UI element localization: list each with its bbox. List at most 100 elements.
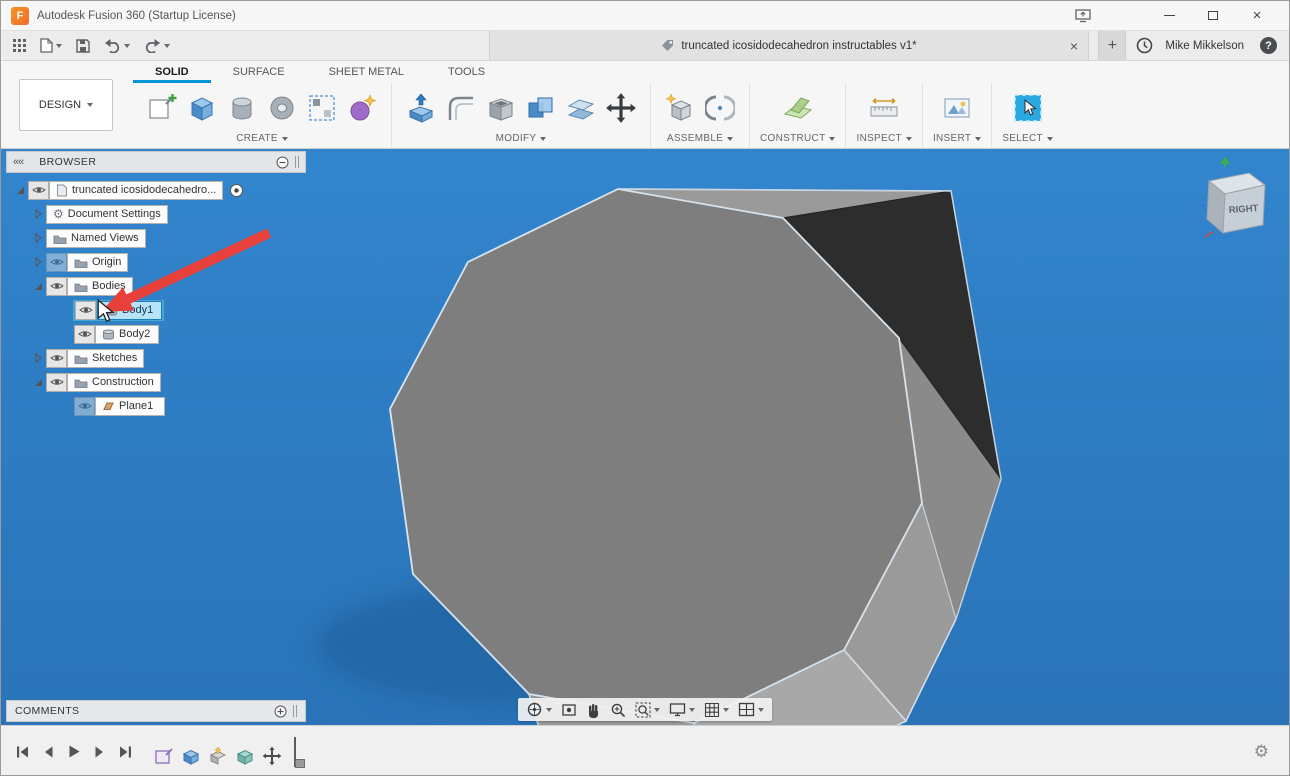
file-menu-button[interactable]	[40, 38, 62, 53]
save-button[interactable]	[76, 39, 90, 53]
timeline-playhead[interactable]	[294, 737, 296, 767]
expander-expanded-icon[interactable]	[12, 186, 28, 195]
collapse-panel-icon[interactable]: ««	[13, 156, 23, 168]
zoom-button[interactable]	[610, 702, 626, 718]
move-button[interactable]	[602, 85, 640, 131]
visibility-eye-icon[interactable]	[46, 373, 67, 392]
close-button[interactable]: ×	[1235, 2, 1279, 30]
tab-tools[interactable]: TOOLS	[426, 61, 507, 83]
expander-expanded-icon[interactable]	[30, 282, 46, 291]
primitives-button[interactable]	[343, 85, 381, 131]
browser-header[interactable]: «« BROWSER	[6, 151, 306, 173]
tree-row-construction[interactable]: Construction	[30, 370, 306, 394]
new-component-button[interactable]	[661, 85, 699, 131]
timeline-item-extrude-2[interactable]	[207, 745, 229, 767]
3d-viewport[interactable]: RIGHT Z «« BROWSER truncated icosidodeca…	[1, 149, 1289, 725]
view-cube[interactable]: RIGHT Z	[1191, 157, 1279, 245]
inspect-dropdown[interactable]: INSPECT	[856, 131, 911, 144]
modify-dropdown[interactable]: MODIFY	[496, 131, 547, 144]
visibility-eye-icon[interactable]	[28, 181, 49, 200]
tree-row-body2[interactable]: Body2	[74, 322, 306, 346]
activate-component-radio[interactable]	[229, 183, 244, 198]
construction-plane-button[interactable]	[779, 85, 817, 131]
timeline-step-back-button[interactable]	[42, 745, 55, 759]
body1-selected-row[interactable]: Body1	[72, 299, 165, 322]
construct-dropdown[interactable]: CONSTRUCT	[760, 131, 835, 144]
expander-collapsed-icon[interactable]	[30, 257, 46, 267]
minimize-panel-icon[interactable]	[276, 156, 289, 169]
offset-face-button[interactable]	[562, 85, 600, 131]
job-status-icon[interactable]	[1136, 37, 1153, 54]
tree-row-root[interactable]: truncated icosidodecahedro...	[12, 178, 306, 202]
shell-button[interactable]	[482, 85, 520, 131]
tab-sheet-metal[interactable]: SHEET METAL	[307, 61, 426, 83]
redo-button[interactable]	[144, 38, 170, 53]
visibility-eye-icon[interactable]	[46, 349, 67, 368]
tree-row-named-views[interactable]: Named Views	[30, 226, 306, 250]
document-tab[interactable]: truncated icosidodecahedron instructable…	[489, 31, 1089, 60]
box-button[interactable]	[183, 85, 221, 131]
insert-dropdown[interactable]: INSERT	[933, 131, 981, 144]
fillet-button[interactable]	[442, 85, 480, 131]
timeline-go-to-start-button[interactable]	[15, 745, 30, 759]
maximize-button[interactable]	[1191, 2, 1235, 30]
minimize-button[interactable]	[1147, 2, 1191, 30]
expander-collapsed-icon[interactable]	[30, 233, 46, 243]
joint-button[interactable]	[701, 85, 739, 131]
create-sketch-button[interactable]	[143, 85, 181, 131]
timeline-go-to-end-button[interactable]	[118, 745, 133, 759]
visibility-eye-icon[interactable]	[74, 325, 95, 344]
tree-row-body1[interactable]: Body1	[72, 298, 306, 322]
new-tab-button[interactable]: +	[1098, 31, 1126, 60]
user-account-button[interactable]: Mike Mikkelson	[1165, 40, 1244, 52]
timeline-play-button[interactable]	[67, 744, 81, 759]
app-grid-menu-button[interactable]	[13, 39, 26, 52]
pattern-button[interactable]	[303, 85, 341, 131]
torus-button[interactable]	[263, 85, 301, 131]
orbit-button[interactable]	[526, 701, 552, 718]
share-screen-icon[interactable]	[1075, 9, 1091, 23]
pan-button[interactable]	[586, 702, 601, 718]
workspace-selector[interactable]: DESIGN	[19, 79, 113, 131]
look-at-button[interactable]	[561, 702, 577, 718]
timeline-settings-gear-icon[interactable]: ⚙	[1254, 743, 1269, 760]
press-pull-button[interactable]	[402, 85, 440, 131]
visibility-eye-icon[interactable]	[46, 277, 67, 296]
expander-collapsed-icon[interactable]	[30, 209, 46, 219]
timeline-step-forward-button[interactable]	[93, 745, 106, 759]
tab-solid[interactable]: SOLID	[133, 61, 211, 83]
help-button[interactable]: ?	[1260, 37, 1277, 54]
tree-row-bodies[interactable]: Bodies	[30, 274, 306, 298]
timeline-item-extrude-1[interactable]	[180, 745, 202, 767]
expander-expanded-icon[interactable]	[30, 378, 46, 387]
comments-panel[interactable]: COMMENTS	[6, 700, 306, 722]
panel-grip[interactable]	[293, 705, 297, 717]
fit-button[interactable]	[635, 702, 660, 718]
insert-image-button[interactable]	[938, 85, 976, 131]
document-tab-close-icon[interactable]: ×	[1070, 39, 1078, 53]
tree-row-origin[interactable]: Origin	[30, 250, 306, 274]
visibility-eye-off-icon[interactable]	[74, 397, 95, 416]
undo-button[interactable]	[104, 38, 130, 53]
assemble-dropdown[interactable]: ASSEMBLE	[667, 131, 733, 144]
visibility-eye-icon[interactable]	[75, 301, 96, 320]
panel-grip[interactable]	[295, 156, 299, 168]
timeline-item-sketch[interactable]	[153, 745, 175, 767]
measure-button[interactable]	[865, 85, 903, 131]
display-settings-button[interactable]	[669, 702, 695, 717]
create-dropdown[interactable]: CREATE	[236, 131, 288, 144]
cylinder-button[interactable]	[223, 85, 261, 131]
timeline-item-move[interactable]	[261, 745, 283, 767]
add-comment-icon[interactable]	[274, 705, 287, 718]
select-button[interactable]	[1009, 85, 1047, 131]
expander-collapsed-icon[interactable]	[30, 353, 46, 363]
grid-snap-button[interactable]	[704, 702, 729, 718]
tree-row-document-settings[interactable]: ⚙Document Settings	[30, 202, 306, 226]
tab-surface[interactable]: SURFACE	[211, 61, 307, 83]
viewports-button[interactable]	[738, 702, 764, 717]
timeline-item-extrude-3[interactable]	[234, 745, 256, 767]
tree-row-plane1[interactable]: Plane1	[74, 394, 306, 418]
select-dropdown[interactable]: SELECT	[1002, 131, 1053, 144]
combine-button[interactable]	[522, 85, 560, 131]
visibility-eye-off-icon[interactable]	[46, 253, 67, 272]
